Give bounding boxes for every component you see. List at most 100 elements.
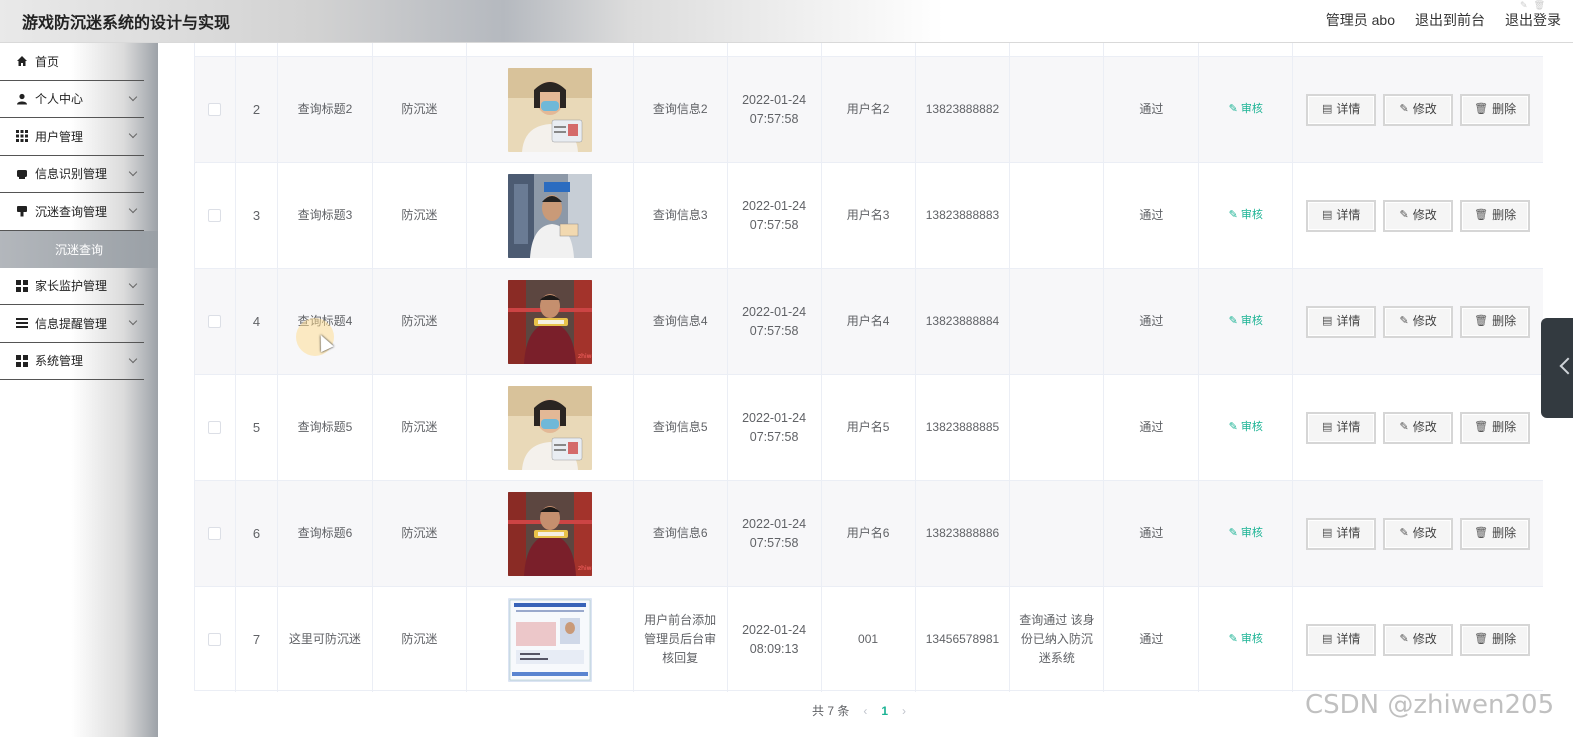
row-checkbox-cell <box>195 163 236 268</box>
edit-button[interactable]: ✎ 修改 <box>1383 199 1454 232</box>
reply-cell <box>1010 375 1105 480</box>
sidebar-item-addiction-query[interactable]: 沉迷查询管理 <box>0 193 144 231</box>
id-photo[interactable]: zhiwen <box>467 269 634 374</box>
id-photo[interactable] <box>467 375 634 480</box>
detail-button[interactable]: ▤ 详情 <box>1306 199 1377 232</box>
id-photo[interactable] <box>467 587 634 692</box>
edit-icon: ✎ <box>1228 633 1241 645</box>
edit-button[interactable]: ✎ 修改 <box>1383 411 1454 444</box>
query-title: 查询标题5 <box>278 375 373 480</box>
query-time: 2022-01-24 07:57:58 <box>742 198 807 232</box>
table-row: 4 查询标题4 防沉迷 zhiwen 查询信息4 2022-01-24 07:5… <box>195 268 1543 374</box>
edit-button[interactable]: ✎ 修改 <box>1383 517 1454 550</box>
query-time: 2022-01-24 08:09:13 <box>742 622 807 656</box>
detail-button[interactable]: ▤ 详情 <box>1306 93 1377 126</box>
sidebar-item-home[interactable]: 首页 <box>0 43 144 81</box>
query-title: 查询标题3 <box>278 163 373 268</box>
id-photo[interactable] <box>467 57 634 162</box>
document-icon: ▤ <box>1321 103 1333 115</box>
document-icon: ▤ <box>1321 527 1333 539</box>
query-type: 防沉迷 <box>373 587 467 692</box>
detail-button[interactable]: ▤ 详情 <box>1306 305 1377 338</box>
next-page-icon[interactable]: › <box>902 704 906 718</box>
detail-button[interactable]: ▤ 详情 <box>1306 623 1377 656</box>
flag-icon <box>16 205 28 217</box>
delete-button[interactable]: 🗑 删除 <box>1460 305 1531 338</box>
sidebar-item-parent-guardian[interactable]: 家长监护管理 <box>0 268 144 305</box>
query-title: 这里可防沉迷 <box>278 587 373 692</box>
audit-link[interactable]: ✎ 审核 <box>1229 206 1263 225</box>
side-drawer-toggle[interactable] <box>1541 318 1573 418</box>
audit-label: 审核 <box>1240 315 1263 327</box>
edit-icon: ✎ <box>1228 527 1241 539</box>
id-photo[interactable] <box>467 163 634 268</box>
username: 用户名4 <box>822 269 916 374</box>
sidebar-item-users[interactable]: 用户管理 <box>0 118 144 156</box>
row-checkbox-cell <box>195 587 236 692</box>
edit-icon: ✎ <box>1228 315 1241 327</box>
document-icon: ▤ <box>1321 421 1333 433</box>
query-time-cell: 2022-01-24 07:57:58 <box>728 375 822 480</box>
logout-link[interactable]: 退出登录 <box>1505 10 1561 30</box>
detail-button[interactable]: ▤ 详情 <box>1306 517 1377 550</box>
row-checkbox[interactable] <box>208 633 222 646</box>
audit-link[interactable]: ✎ 审核 <box>1229 418 1263 437</box>
reply-cell <box>1010 57 1105 162</box>
back-to-front-link[interactable]: 退出到前台 <box>1415 10 1485 30</box>
edit-button[interactable]: ✎ 修改 <box>1383 623 1454 656</box>
sidebar-item-system[interactable]: 系统管理 <box>0 343 144 380</box>
table-top-stub <box>195 43 1543 56</box>
audit-link[interactable]: ✎ 审核 <box>1229 630 1263 649</box>
query-title: 查询标题2 <box>278 57 373 162</box>
sidebar-subitem-addiction-query[interactable]: 沉迷查询 <box>0 230 158 268</box>
document-icon: ▤ <box>1321 209 1333 221</box>
query-type: 防沉迷 <box>373 57 467 162</box>
detail-label: 详情 <box>1336 420 1361 434</box>
delete-button[interactable]: 🗑 删除 <box>1460 411 1531 444</box>
audit-link[interactable]: ✎ 审核 <box>1229 524 1263 543</box>
row-number: 4 <box>236 269 278 374</box>
audit-status: 通过 <box>1104 481 1200 586</box>
id-photo[interactable]: zhiwen <box>467 481 634 586</box>
chevron-down-icon <box>128 129 138 139</box>
prev-page-icon[interactable]: ‹ <box>863 704 867 718</box>
trash-icon: 🗑 <box>1474 421 1489 433</box>
delete-button[interactable]: 🗑 删除 <box>1460 199 1531 232</box>
delete-button[interactable]: 🗑 删除 <box>1460 517 1531 550</box>
sidebar-item-personal[interactable]: 个人中心 <box>0 81 144 118</box>
row-actions: ▤ 详情 ✎ 修改 🗑 删除 <box>1293 375 1543 480</box>
row-checkbox[interactable] <box>208 209 222 222</box>
delete-button[interactable]: 🗑 删除 <box>1460 93 1531 126</box>
audit-link[interactable]: ✎ 审核 <box>1229 100 1263 119</box>
username: 用户名3 <box>822 163 916 268</box>
sidebar-item-label: 家长监护管理 <box>35 279 108 294</box>
query-info: 查询信息3 <box>652 208 708 222</box>
row-checkbox[interactable] <box>208 421 222 434</box>
list-icon <box>16 317 28 329</box>
query-type: 防沉迷 <box>373 163 467 268</box>
sidebar-item-reminders[interactable]: 信息提醒管理 <box>0 305 144 343</box>
audit-status: 通过 <box>1104 269 1200 374</box>
edit-button[interactable]: ✎ 修改 <box>1383 305 1454 338</box>
sidebar-item-label: 系统管理 <box>35 354 84 369</box>
page-number[interactable]: 1 <box>881 704 888 718</box>
table-row: 7 这里可防沉迷 防沉迷 用户前台添加管理员后台审核回复 2022-01-24 … <box>195 586 1543 692</box>
chevron-left-icon <box>1559 357 1573 375</box>
edit-icon: ✎ <box>1228 421 1241 433</box>
audit-label: 审核 <box>1240 421 1263 433</box>
row-actions: ▤ 详情 ✎ 修改 🗑 删除 <box>1293 587 1543 692</box>
delete-button[interactable]: 🗑 删除 <box>1460 623 1531 656</box>
query-time-cell: 2022-01-24 07:57:58 <box>728 163 822 268</box>
trash-icon: 🗑 <box>1474 633 1489 645</box>
audit-cell: ✎ 审核 <box>1199 587 1294 692</box>
detail-label: 详情 <box>1336 632 1361 646</box>
audit-link[interactable]: ✎ 审核 <box>1229 312 1263 331</box>
detail-button[interactable]: ▤ 详情 <box>1306 411 1377 444</box>
edit-button[interactable]: ✎ 修改 <box>1383 93 1454 126</box>
top-header: 游戏防沉迷系统的设计与实现 ✎ 🗑 管理员 abo 退出到前台 退出登录 <box>0 0 1573 43</box>
sidebar-item-info-recognition[interactable]: 信息识别管理 <box>0 156 144 193</box>
row-checkbox[interactable] <box>208 527 222 540</box>
row-checkbox[interactable] <box>208 315 222 328</box>
grid-icon <box>16 354 28 367</box>
row-checkbox[interactable] <box>208 103 222 116</box>
